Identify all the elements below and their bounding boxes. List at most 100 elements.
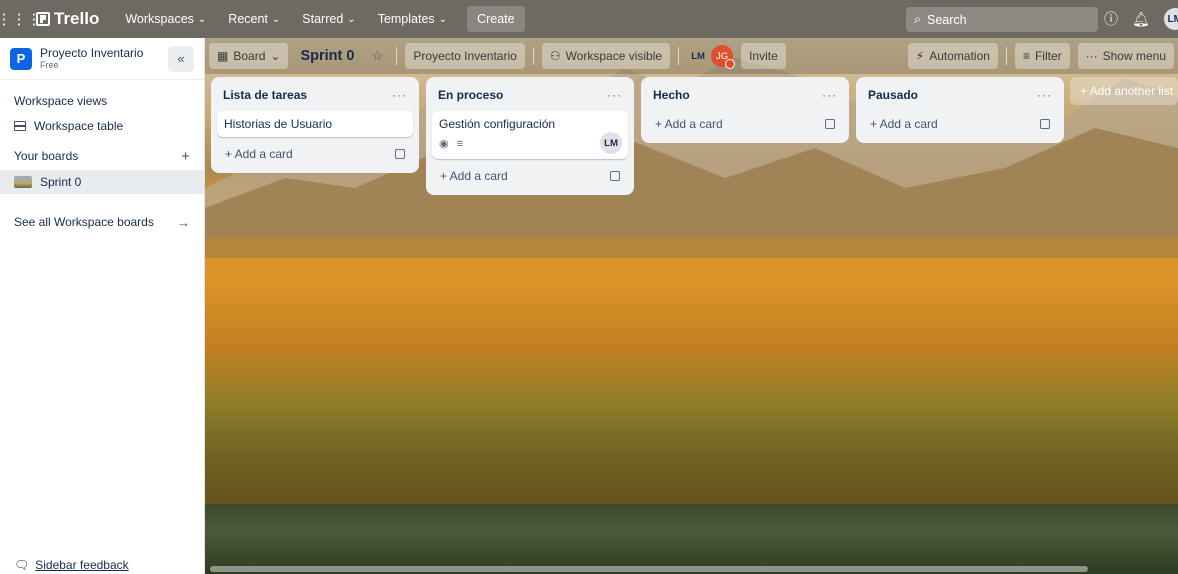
sidebar-item-label: Sprint 0 [40,175,82,189]
card-template-icon[interactable] [395,149,405,159]
list-header[interactable]: En proceso ··· [432,83,628,107]
card-template-icon[interactable] [610,171,620,181]
list-header[interactable]: Lista de tareas ··· [217,83,413,107]
see-all-boards-link[interactable]: See all Workspace boards → [0,210,204,234]
starred-menu[interactable]: Starred ⌄ [294,8,363,30]
add-card-button[interactable]: + Add a card [217,141,413,167]
member-avatar-jg[interactable]: JG [711,45,736,69]
info-icon[interactable]: ⓘ [1104,9,1118,29]
card-member-avatar[interactable]: LM [600,132,622,154]
watch-eye-icon: ◉ [439,138,449,150]
workspace-name-button[interactable]: Proyecto Inventario [405,43,525,69]
star-board-icon[interactable]: ☆ [366,45,388,67]
recent-menu[interactable]: Recent ⌄ [220,8,288,30]
arrow-right-icon: → [177,214,190,230]
sidebar-item-sprint-0[interactable]: Sprint 0 [0,170,204,194]
filter-label: Filter [1034,49,1062,63]
chevron-down-icon: ⌄ [197,13,207,25]
templates-menu-label: Templates [377,12,435,26]
board-title[interactable]: Sprint 0 [296,48,358,64]
list-title: Hecho [653,88,690,102]
invite-label: Invite [749,49,778,63]
list-en-proceso: En proceso ··· Gestión configuración ◉ ≡… [426,77,634,195]
card-template-icon[interactable] [825,119,835,129]
workspace-views-heading: Workspace views [14,94,108,108]
double-chevron-left-icon: « [177,51,185,66]
list-actions-icon[interactable]: ··· [1037,88,1052,102]
visibility-button[interactable]: ⚇ Workspace visible [541,43,671,69]
visibility-label: Workspace visible [565,49,663,63]
table-icon [14,121,26,131]
search-icon: ⌕ [914,12,922,26]
add-board-icon[interactable]: + [181,148,190,165]
add-card-label: + Add a card [440,169,508,183]
board-members: LM JG [687,45,736,69]
chevron-down-icon: ⌄ [347,13,356,25]
list-header[interactable]: Hecho ··· [647,83,843,107]
workspace-plan: Free [40,60,59,70]
workspace-name[interactable]: Proyecto Inventario [40,47,143,60]
card-template-icon[interactable] [1040,119,1050,129]
people-icon: ⚇ [549,49,561,63]
see-all-boards-label: See all Workspace boards [14,215,154,229]
card-gestion-configuracion[interactable]: Gestión configuración ◉ ≡ LM [432,111,628,159]
card-title: Gestión configuración [439,117,556,131]
filter-button[interactable]: ≡ Filter [1014,43,1070,69]
app-switcher-icon[interactable]: ⋮⋮⋮ [0,8,42,30]
card-historias-de-usuario[interactable]: Historias de Usuario [217,111,413,137]
show-menu-label: Show menu [1102,49,1166,63]
sidebar-feedback-label: Sidebar feedback [35,558,129,572]
board-header: ▦ Board ⌄ Sprint 0 ☆ Proyecto Inventario… [205,38,1178,74]
templates-menu[interactable]: Templates ⌄ [370,8,455,30]
horizontal-scrollbar[interactable] [210,566,1088,572]
invite-button[interactable]: Invite [741,43,786,69]
add-card-button[interactable]: + Add a card [862,111,1058,137]
collapse-sidebar-button[interactable]: « [168,45,194,72]
your-boards-heading: Your boards + [0,144,204,168]
list-title: Pausado [868,88,919,102]
sidebar-item-label: Workspace table [34,119,124,133]
workspace-header: P Proyecto Inventario Free « [0,38,204,80]
notifications-bell-icon[interactable]: 🔔︎ [1132,11,1150,28]
add-card-button[interactable]: + Add a card [647,111,843,137]
recent-menu-label: Recent [228,12,268,26]
chat-bubble-icon: 🗨︎ [14,558,30,572]
chevron-down-icon: ⌄ [271,13,281,25]
sidebar-item-workspace-table[interactable]: Workspace table [0,114,204,138]
list-actions-icon[interactable]: ··· [607,88,622,102]
workspace-logo[interactable]: P [10,47,32,70]
list-pausado: Pausado ··· + Add a card [856,77,1064,143]
automation-button[interactable]: ⚡︎ Automation [907,43,998,69]
automation-label: Automation [929,49,990,63]
workspaces-menu[interactable]: Workspaces ⌄ [117,8,214,30]
list-actions-icon[interactable]: ··· [822,88,837,102]
add-card-button[interactable]: + Add a card [432,163,628,189]
board-view-icon: ▦ [217,49,229,63]
list-hecho: Hecho ··· + Add a card [641,77,849,143]
trello-logo[interactable]: Trello [36,9,99,29]
list-lista-de-tareas: Lista de tareas ··· Historias de Usuario… [211,77,419,173]
search-input[interactable]: ⌕ Search [906,7,1098,32]
add-another-list-button[interactable]: + Add another list [1070,77,1178,105]
brand-name: Trello [54,9,100,28]
list-header[interactable]: Pausado ··· [862,83,1058,107]
list-title: En proceso [438,88,504,102]
sidebar-feedback-link[interactable]: 🗨︎ Sidebar feedback [14,558,129,572]
show-menu-button[interactable]: ··· Show menu [1077,43,1174,69]
member-avatar-lm[interactable]: LM [687,45,709,67]
filter-icon: ≡ [1022,49,1030,63]
divider [678,47,680,65]
user-avatar[interactable]: LM [1163,8,1178,30]
search-placeholder: Search [927,12,967,27]
divider [396,47,398,65]
card-badges: ◉ ≡ [439,137,621,151]
list-actions-icon[interactable]: ··· [392,88,407,102]
top-right-icons: ⓘ 🔔︎ LM [1104,0,1178,38]
add-card-label: + Add a card [870,117,938,131]
chevron-down-icon: ⌄ [438,13,448,25]
create-button[interactable]: Create [467,6,525,32]
add-list-label: + Add another list [1080,84,1174,98]
list-title: Lista de tareas [223,88,308,102]
board-view-switcher[interactable]: ▦ Board ⌄ [209,43,289,69]
lake-reflection [205,504,1178,574]
